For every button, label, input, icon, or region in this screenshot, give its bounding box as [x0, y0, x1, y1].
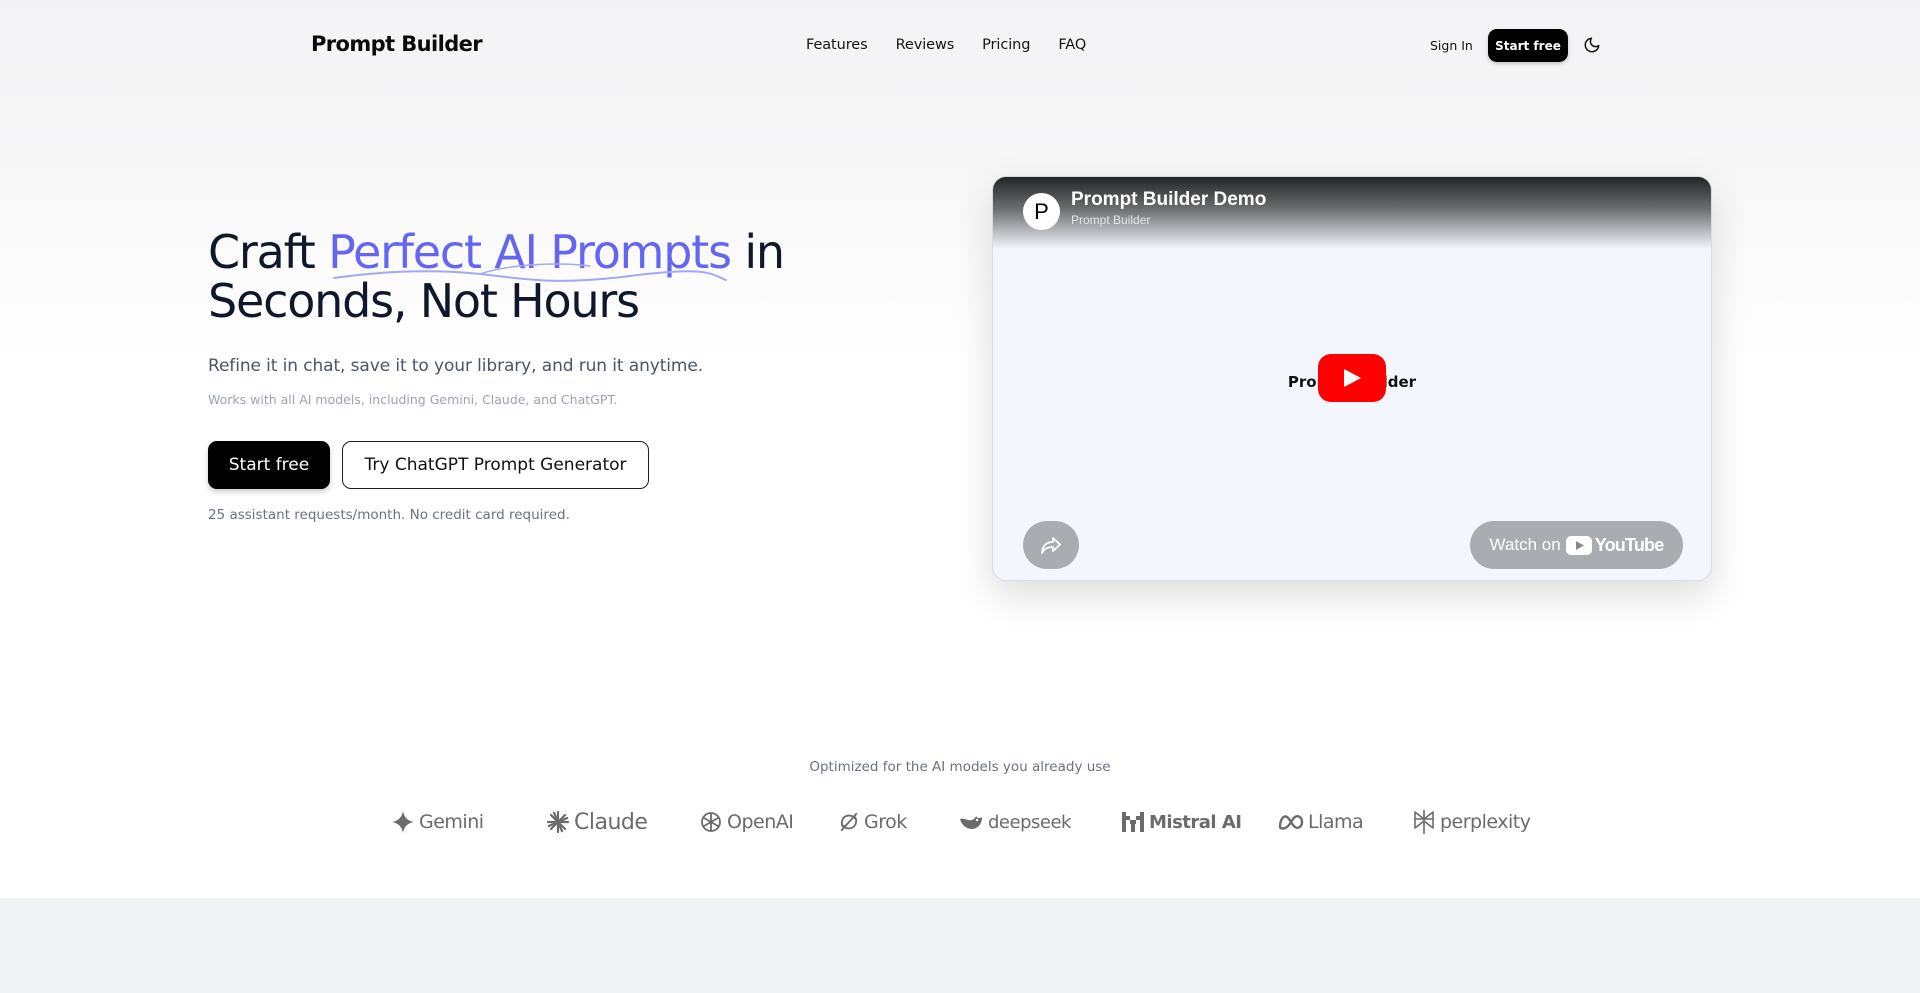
- claude-icon: [546, 810, 570, 834]
- hero-fine-print: 25 assistant requests/month. No credit c…: [208, 507, 570, 523]
- model-name: deepseek: [988, 811, 1071, 833]
- youtube-icon: [1565, 535, 1592, 555]
- sign-in-link[interactable]: Sign In: [1430, 38, 1473, 53]
- site-logo[interactable]: Prompt Builder: [311, 32, 483, 56]
- hero-start-free-button[interactable]: Start free: [208, 441, 330, 489]
- nav-start-free-button[interactable]: Start free: [1488, 29, 1568, 62]
- main-nav: Features Reviews Pricing FAQ: [806, 37, 1114, 53]
- model-logo-grok: Grok: [838, 807, 907, 837]
- watch-on-youtube-button[interactable]: Watch on YouTube: [1470, 521, 1683, 569]
- nav-link-pricing[interactable]: Pricing: [982, 37, 1030, 53]
- model-logo-mistral: Mistral AI: [1121, 807, 1242, 837]
- youtube-logo: YouTube: [1565, 534, 1665, 556]
- model-name: Grok: [864, 811, 907, 833]
- model-logo-openai: OpenAI: [699, 807, 794, 837]
- model-logo-gemini: Gemini: [391, 807, 484, 837]
- nav-link-reviews[interactable]: Reviews: [896, 37, 955, 53]
- nav-link-faq[interactable]: FAQ: [1058, 37, 1086, 53]
- channel-avatar[interactable]: P: [1023, 193, 1060, 230]
- meta-icon: [1278, 815, 1304, 830]
- models-caption: Optimized for the AI models you already …: [809, 759, 1111, 775]
- try-chatgpt-generator-button[interactable]: Try ChatGPT Prompt Generator: [342, 441, 649, 489]
- nav-link-features[interactable]: Features: [806, 37, 868, 53]
- perplexity-icon: [1414, 810, 1434, 834]
- model-logo-perplexity: perplexity: [1412, 807, 1531, 837]
- hero-title: Craft Perfect AI Prompts in Seconds, Not…: [208, 228, 848, 326]
- play-button[interactable]: [1318, 354, 1386, 402]
- share-icon: [1041, 537, 1061, 554]
- hero-subtitle: Refine it in chat, save it to your libra…: [208, 356, 704, 376]
- demo-video-embed[interactable]: Prompt Builder P Prompt Builder Demo Pro…: [992, 176, 1712, 581]
- model-name: Claude: [574, 809, 648, 835]
- openai-icon: [701, 812, 721, 832]
- youtube-wordmark: YouTube: [1594, 534, 1665, 555]
- gemini-icon: [392, 811, 414, 833]
- model-logo-llama: Llama: [1278, 807, 1364, 837]
- grok-icon: [840, 812, 858, 832]
- model-logo-deepseek: deepseek: [958, 807, 1071, 837]
- mistral-icon: [1122, 812, 1144, 832]
- video-channel-name[interactable]: Prompt Builder: [1071, 213, 1150, 227]
- moon-icon[interactable]: [1583, 36, 1601, 54]
- next-section-band: [0, 898, 1920, 993]
- model-name: perplexity: [1440, 811, 1531, 833]
- play-icon: [1344, 369, 1361, 387]
- deepseek-icon: [960, 816, 982, 829]
- hero-compatibility-note: Works with all AI models, including Gemi…: [208, 392, 618, 407]
- watch-on-label: Watch on: [1489, 535, 1561, 554]
- model-name: OpenAI: [727, 811, 794, 833]
- model-logo-claude: Claude: [546, 807, 648, 837]
- model-name: Mistral AI: [1149, 811, 1242, 833]
- video-title[interactable]: Prompt Builder Demo: [1071, 189, 1266, 211]
- model-name: Gemini: [419, 811, 484, 833]
- share-button[interactable]: [1023, 521, 1079, 569]
- hero-title-accent: Perfect AI Prompts: [328, 225, 732, 279]
- model-name: Llama: [1308, 811, 1364, 833]
- hero-title-part1: Craft: [208, 225, 329, 279]
